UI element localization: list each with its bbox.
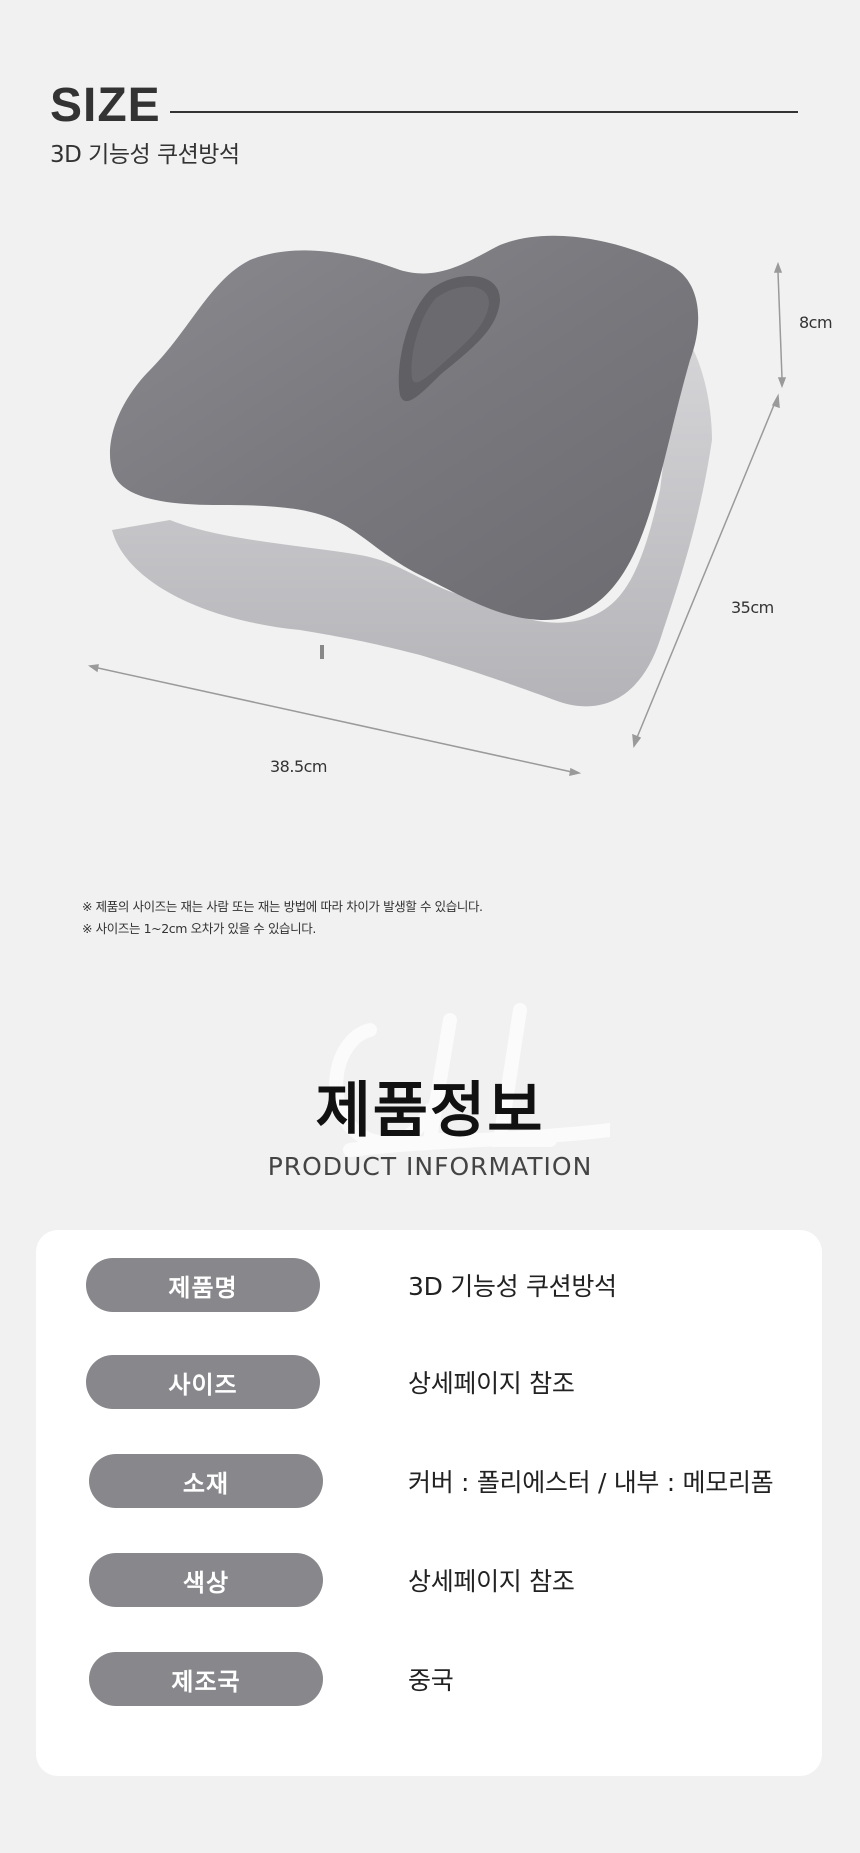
product-image-area: 8cm 35cm 38.5cm	[0, 200, 860, 820]
size-note: ※ 제품의 사이즈는 재는 사람 또는 재는 방법에 따라 차이가 발생할 수 …	[82, 899, 483, 914]
product-info-title: 제품정보	[315, 1076, 545, 1146]
spec-label: 색상	[89, 1553, 323, 1607]
spec-value: 상세페이지 참조	[408, 1369, 575, 1398]
size-title-rule	[170, 111, 798, 113]
spec-value: 중국	[408, 1666, 454, 1695]
size-title: SIZE	[50, 79, 161, 132]
width-dimension-label: 38.5cm	[270, 757, 328, 776]
height-dimension-label: 8cm	[799, 313, 833, 332]
spec-value: 상세페이지 참조	[408, 1567, 575, 1596]
spec-label: 제조국	[89, 1652, 323, 1706]
spec-row: 제조국 중국	[36, 1652, 822, 1708]
spec-row: 사이즈 상세페이지 참조	[36, 1355, 822, 1411]
size-notes: ※ 제품의 사이즈는 재는 사람 또는 재는 방법에 따라 차이가 발생할 수 …	[82, 896, 483, 940]
spec-row: 색상 상세페이지 참조	[36, 1553, 822, 1609]
zipper-pull	[320, 645, 324, 659]
spec-value: 3D 기능성 쿠션방석	[408, 1272, 617, 1301]
spec-row: 제품명 3D 기능성 쿠션방석	[36, 1258, 822, 1314]
size-note: ※ 사이즈는 1~2cm 오차가 있을 수 있습니다.	[82, 921, 316, 936]
cushion-illustration	[88, 235, 787, 776]
spec-label: 제품명	[86, 1258, 320, 1312]
spec-label: 사이즈	[86, 1355, 320, 1409]
depth-dimension-label: 35cm	[731, 598, 774, 617]
spec-row: 소재 커버 : 폴리에스터 / 내부 : 메모리폼	[36, 1454, 822, 1510]
size-subtitle: 3D 기능성 쿠션방석	[50, 142, 240, 168]
spec-card: 제품명 3D 기능성 쿠션방석 사이즈 상세페이지 참조 소재 커버 : 폴리에…	[36, 1230, 822, 1776]
spec-label: 소재	[89, 1454, 323, 1508]
product-info-subtitle: PRODUCT INFORMATION	[267, 1152, 593, 1181]
spec-value: 커버 : 폴리에스터 / 내부 : 메모리폼	[408, 1468, 774, 1497]
